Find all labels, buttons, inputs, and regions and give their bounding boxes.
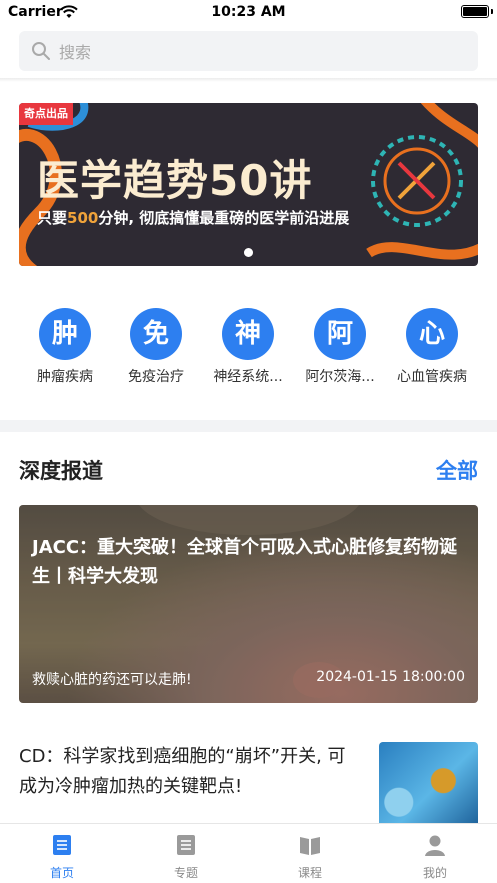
- category-label: 免疫治疗: [128, 369, 184, 385]
- tab-label: 首页: [49, 866, 74, 880]
- list-item[interactable]: CD：科学家找到癌细胞的“崩坏”开关, 可成为冷肿瘤加热的关键靶点!: [19, 740, 478, 830]
- featured-title: JACC：重大突破！全球首个可吸入式心脏修复药物诞生丨科学大发现: [32, 537, 458, 587]
- tab-label: 课程: [297, 866, 322, 880]
- battery-icon: [461, 5, 489, 18]
- search-placeholder: 搜索: [59, 43, 92, 62]
- profile-icon: [425, 835, 445, 856]
- battery-cap: [491, 9, 493, 14]
- banner-badge: 奇点出品: [19, 103, 73, 125]
- category-tumor[interactable]: 肿 肿瘤疾病: [19, 308, 111, 386]
- clock: 10:23 AM: [211, 4, 286, 20]
- category-neuro[interactable]: 神 神经系统...: [202, 308, 294, 386]
- tab-courses[interactable]: 课程: [248, 834, 372, 881]
- section-divider: [0, 420, 497, 432]
- search-input[interactable]: 搜索: [19, 31, 478, 71]
- home-icon: [53, 835, 71, 855]
- tab-label: 专题: [173, 866, 198, 880]
- article-thumbnail: [379, 742, 478, 828]
- category-icon: 阿: [314, 308, 366, 360]
- header-divider: [0, 78, 497, 82]
- tab-home[interactable]: 首页: [0, 834, 124, 881]
- bottom-tab-bar: 首页 专题 课程 我的: [0, 823, 497, 883]
- tab-label: 我的: [422, 866, 447, 880]
- category-row: 肿 肿瘤疾病 免 免疫治疗 神 神经系统... 阿 阿尔茨海... 心 心血管疾…: [19, 308, 478, 388]
- category-immunotherapy[interactable]: 免 免疫治疗: [110, 308, 202, 386]
- category-label: 肿瘤疾病: [37, 369, 93, 385]
- category-icon: 免: [130, 308, 182, 360]
- category-icon: 神: [222, 308, 274, 360]
- category-icon: 心: [406, 308, 458, 360]
- featured-date: 2024-01-15 18:00:00: [316, 669, 465, 685]
- banner-subtitle-highlight: 500: [67, 209, 99, 227]
- category-label: 神经系统...: [213, 369, 283, 385]
- search-icon: [32, 42, 50, 60]
- tab-topics[interactable]: 专题: [124, 834, 248, 881]
- banner-subtitle-pre: 只要: [37, 209, 68, 227]
- topics-icon: [177, 835, 195, 855]
- article-title: CD：科学家找到癌细胞的“崩坏”开关, 可成为冷肿瘤加热的关键靶点!: [19, 746, 346, 797]
- featured-article-card[interactable]: JACC：重大突破！全球首个可吸入式心脏修复药物诞生丨科学大发现 救赎心脏的药还…: [19, 505, 478, 703]
- status-bar: Carrier 10:23 AM: [0, 0, 497, 26]
- tab-profile[interactable]: 我的: [373, 834, 497, 881]
- promo-banner[interactable]: 奇点出品 医学趋势50讲 只要500分钟, 彻底搞懂最重磅的医学前沿进展: [19, 103, 478, 266]
- category-cardiovascular[interactable]: 心 心血管疾病: [386, 308, 478, 386]
- view-all-link[interactable]: 全部: [436, 455, 478, 485]
- category-label: 心血管疾病: [397, 369, 467, 385]
- banner-subtitle: 只要500分钟, 彻底搞懂最重磅的医学前沿进展: [37, 207, 349, 228]
- banner-title: 医学趋势50讲: [37, 156, 313, 205]
- category-alzheimers[interactable]: 阿 阿尔茨海...: [294, 308, 386, 386]
- featured-caption: 救赎心脏的药还可以走肺!: [32, 672, 192, 688]
- category-icon: 肿: [39, 308, 91, 360]
- book-icon: [300, 837, 320, 855]
- banner-subtitle-post: 分钟, 彻底搞懂最重磅的医学前沿进展: [98, 209, 350, 227]
- category-label: 阿尔茨海...: [305, 369, 375, 385]
- section-title: 深度报道: [19, 459, 103, 483]
- carousel-page-indicator[interactable]: [244, 248, 253, 257]
